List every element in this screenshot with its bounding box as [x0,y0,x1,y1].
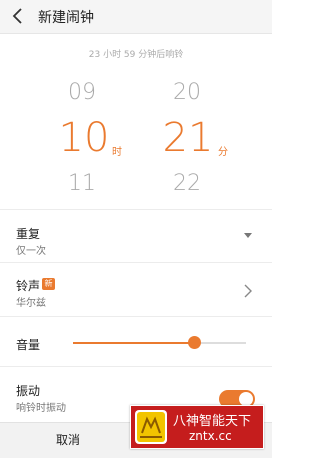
divider [0,209,272,210]
chevron-right-icon[interactable] [244,284,252,298]
divider [0,316,272,317]
minute-unit: 分 [218,147,228,158]
volume-slider[interactable] [73,336,246,349]
minute-next[interactable]: 22 [165,171,209,196]
page-title: 新建闹钟 [38,10,94,26]
ringtone-value: 华尔兹 [16,298,46,309]
toggle-knob [239,392,253,406]
app-header: 新建闹钟 [0,0,272,34]
vibrate-subtitle: 响铃时振动 [16,403,66,414]
cancel-button[interactable]: 取消 [0,423,136,458]
minute-selected[interactable]: 21 [160,115,216,161]
countdown-hint: 23 小时 59 分钟后响铃 [88,50,184,60]
watermark-banner: 八神智能天下 zntx.cc [130,405,264,449]
watermark-logo-icon [135,410,167,444]
volume-title: 音量 [16,338,41,352]
divider [0,262,272,263]
vibrate-title: 振动 [16,384,41,398]
watermark-text: 八神智能天下 [173,414,252,429]
new-badge: 新 [42,278,55,290]
back-arrow-icon[interactable] [10,7,26,25]
hour-next[interactable]: 11 [60,171,104,196]
repeat-value: 仅一次 [16,246,46,257]
volume-slider-fill [73,342,195,344]
divider [0,366,272,367]
minute-prev[interactable]: 20 [165,80,209,105]
hour-selected[interactable]: 10 [56,115,112,161]
ringtone-title: 铃声 [16,279,41,293]
dropdown-arrow-icon[interactable] [244,233,252,239]
volume-slider-thumb[interactable] [188,336,202,349]
hour-unit: 时 [112,147,122,158]
repeat-title: 重复 [16,227,41,241]
hour-prev[interactable]: 09 [60,80,104,105]
watermark-url: zntx.cc [189,429,232,443]
